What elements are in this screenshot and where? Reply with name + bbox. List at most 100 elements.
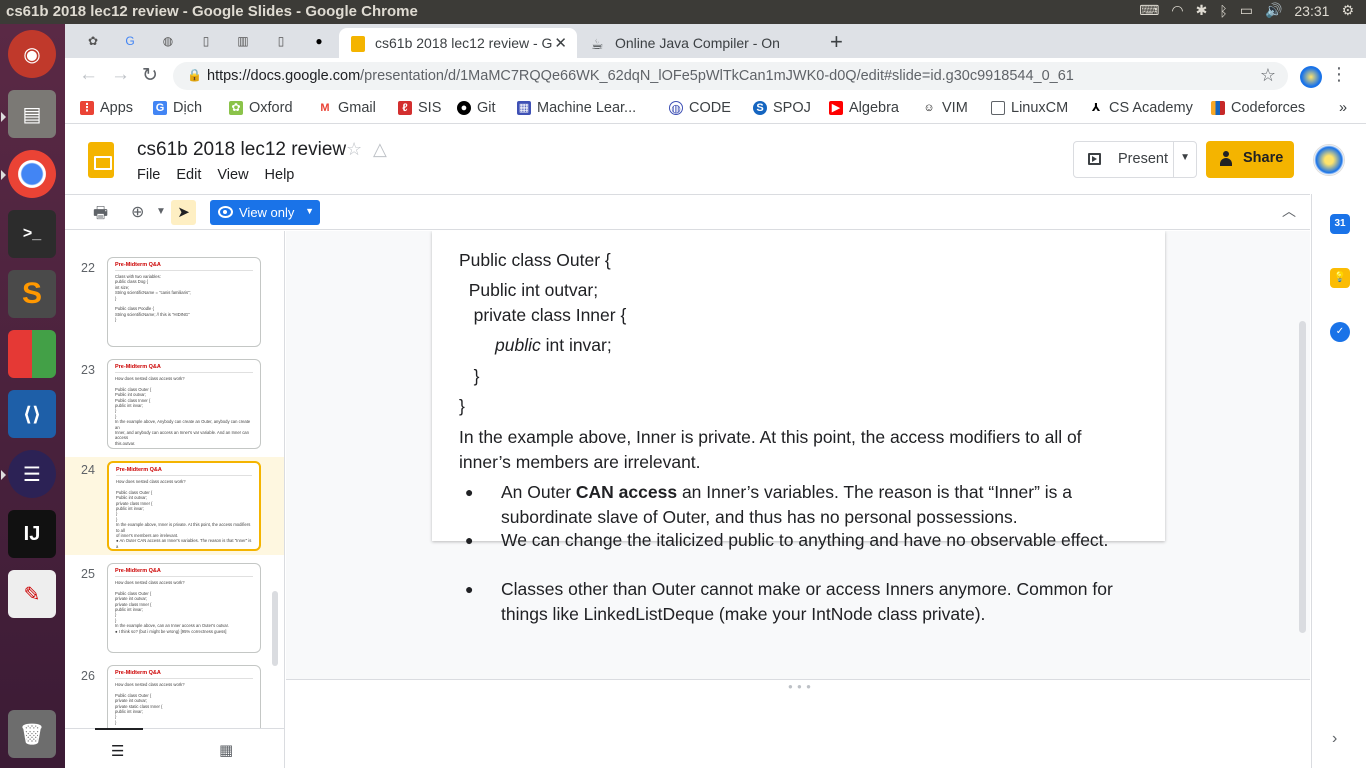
files-icon[interactable]: ▤ (8, 90, 56, 138)
ubuntu-dash-icon[interactable]: ◉ (8, 30, 56, 78)
chevron-down-icon[interactable]: ▼ (305, 206, 314, 216)
bookmark-code[interactable]: ◍ CODE (669, 100, 731, 116)
bookmark-algebra[interactable]: ▶ Algebra (829, 100, 899, 116)
new-tab-button[interactable]: + (830, 29, 843, 55)
bookmark-git[interactable]: ● Git (457, 100, 496, 116)
slide-thumbnail[interactable]: Pre-Midterm Q&A Class with two variables… (107, 257, 261, 347)
extension-avatar-icon[interactable] (1300, 66, 1322, 88)
pinned-tab-translate-icon[interactable]: G (120, 31, 140, 51)
drive-icon[interactable]: △ (373, 139, 387, 160)
bookmark-spoj[interactable]: S SPOJ (753, 100, 811, 116)
slide-filmstrip[interactable]: 22 Pre-Midterm Q&A Class with two variab… (65, 231, 285, 728)
reload-icon[interactable]: ↻ (142, 64, 158, 87)
eclipse-icon[interactable]: ☰ (8, 450, 56, 498)
view-only-button[interactable]: View only ▼ (210, 200, 320, 225)
expand-chevron-right-icon[interactable]: › (1332, 730, 1337, 748)
clock[interactable]: 23:31 (1294, 3, 1329, 19)
bookmark-vim[interactable]: ☺ VIM (922, 100, 968, 116)
sync-icon[interactable]: ✱ (1196, 2, 1208, 19)
document-title[interactable]: cs61b 2018 lec12 review (137, 139, 346, 161)
keyboard-icon[interactable]: ⌨ (1139, 2, 1159, 19)
slide-thumbnail[interactable]: Pre-Midterm Q&A How does nested class ac… (107, 563, 261, 653)
bookmark-cs-academy[interactable]: ⅄ CS Academy (1089, 100, 1193, 116)
slides-logo-icon[interactable] (88, 142, 114, 178)
forward-icon[interactable]: → (111, 64, 130, 86)
pinned-tab-github-icon[interactable]: ● (309, 31, 329, 51)
bookmark-machine-learning[interactable]: ▦ Machine Lear... (517, 100, 636, 116)
pinned-tab-doc-icon[interactable]: ▯ (196, 31, 216, 51)
bookmark-apps[interactable]: ⋮ Apps (80, 100, 133, 116)
vscode-icon[interactable]: ⟨⟩ (8, 390, 56, 438)
zoom-icon[interactable]: ⊕ (131, 202, 144, 222)
terminal-icon[interactable]: >_ (8, 210, 56, 258)
slide-thumbnail[interactable]: Pre-Midterm Q&A How does nested class ac… (107, 359, 261, 449)
trash-icon[interactable]: 🗑 (8, 710, 56, 758)
slide-thumbnail-selected[interactable]: Pre-Midterm Q&A How does nested class ac… (107, 461, 261, 551)
pinned-tab-book-icon[interactable]: ▥ (233, 31, 253, 51)
menu-help[interactable]: Help (265, 167, 295, 183)
volume-icon[interactable]: 🔊 (1265, 2, 1282, 19)
document-viewer-icon[interactable]: ✎ (8, 570, 56, 618)
menu-file[interactable]: File (137, 167, 160, 183)
share-button[interactable]: Share (1206, 141, 1294, 178)
pinned-tab-oxford-icon[interactable]: ✿ (83, 31, 103, 51)
slide-thumbnail[interactable]: Pre-Midterm Q&A How does nested class ac… (107, 665, 261, 728)
chrome-menu-icon[interactable]: ⋮ (1330, 64, 1348, 85)
bookmark-gmail[interactable]: M Gmail (318, 100, 376, 116)
calendar-icon[interactable]: 31 (1330, 214, 1350, 234)
chrome-icon[interactable] (8, 150, 56, 198)
bookmark-codeforces[interactable]: Codeforces (1211, 100, 1305, 116)
bookmarks-overflow[interactable]: » (1339, 100, 1347, 116)
power-gear-icon[interactable]: ⚙ (1341, 2, 1354, 19)
slide-thumbnail-row[interactable] (65, 231, 284, 243)
address-bar[interactable]: 🔒 https://docs.google.com/presentation/d… (173, 62, 1288, 90)
print-icon[interactable]: 🖶 (93, 202, 108, 229)
close-tab-icon[interactable]: ✕ (554, 34, 567, 52)
bookmark-linuxcm[interactable]: LinuxCM (991, 100, 1068, 116)
bookmark-oxford[interactable]: ✿ Oxford (229, 100, 293, 116)
slide-thumbnail-row-selected[interactable]: 24 Pre-Midterm Q&A How does nested class… (65, 457, 284, 555)
slide-thumbnail-row[interactable]: 22 Pre-Midterm Q&A Class with two variab… (65, 257, 284, 359)
keep-icon[interactable]: 💡 (1330, 268, 1350, 288)
slide-canvas[interactable]: Public class Outer { Public int outvar; … (286, 231, 1310, 679)
pinned-tab-uni-icon[interactable]: ◍ (158, 31, 178, 51)
tab-java-compiler[interactable]: ☕ Online Java Compiler - On (579, 28, 821, 58)
zoom-chevron-down-icon[interactable]: ▼ (156, 206, 166, 217)
list-view-icon[interactable]: ☰ (111, 742, 124, 760)
software-center-icon[interactable] (8, 330, 56, 378)
sublime-text-icon[interactable]: S (8, 270, 56, 318)
menu-edit[interactable]: Edit (176, 167, 201, 183)
bookmark-sis[interactable]: ℓ SIS (398, 100, 441, 116)
filmstrip-scrollbar[interactable] (272, 591, 278, 666)
back-icon[interactable]: ← (79, 64, 98, 86)
intellij-icon[interactable]: IJ (8, 510, 56, 558)
battery-icon[interactable]: ▭ (1240, 2, 1253, 19)
present-button[interactable]: Present ▼ (1073, 141, 1197, 178)
grid-view-icon[interactable]: ▦ (219, 741, 233, 759)
account-avatar[interactable] (1313, 144, 1345, 176)
code-line: Public class Outer { (459, 250, 611, 270)
menu-view[interactable]: View (217, 167, 248, 183)
collapse-chevron-up-icon[interactable]: ︿ (1282, 201, 1296, 221)
speaker-notes[interactable]: ● ● ● (286, 679, 1310, 768)
slide-thumbnail-row[interactable]: 23 Pre-Midterm Q&A How does nested class… (65, 359, 284, 461)
wifi-icon[interactable]: ◠ (1171, 2, 1183, 19)
chevron-down-icon[interactable]: ▼ (1180, 152, 1190, 163)
divider (1173, 142, 1174, 177)
bookmark-star-icon[interactable]: ☆ (1260, 65, 1276, 86)
lock-icon[interactable]: 🔒 (187, 68, 202, 82)
ml-icon: ▦ (517, 101, 531, 115)
thumbnail-body: How does nested class access work? Publi… (115, 580, 229, 634)
bluetooth-icon[interactable]: ᛒ (1219, 3, 1227, 19)
system-tray: ⌨ ◠ ✱ ᛒ ▭ 🔊 23:31 ⚙ (1139, 2, 1354, 19)
canvas-scrollbar[interactable] (1299, 321, 1306, 633)
select-pointer-icon[interactable]: ➤ (171, 200, 196, 225)
slide-thumbnail-row[interactable]: 25 Pre-Midterm Q&A How does nested class… (65, 563, 284, 665)
star-icon[interactable]: ☆ (346, 139, 362, 160)
resize-handle-icon[interactable]: ● ● ● (788, 682, 812, 691)
bookmark-dich[interactable]: G Dịch (153, 100, 202, 116)
pinned-tab-page-icon[interactable]: ▯ (271, 31, 291, 51)
tasks-icon[interactable]: ✓ (1330, 322, 1350, 342)
tab-slides[interactable]: cs61b 2018 lec12 review - G ✕ (339, 28, 577, 58)
slide-thumbnail-row[interactable]: 26 Pre-Midterm Q&A How does nested class… (65, 665, 284, 728)
